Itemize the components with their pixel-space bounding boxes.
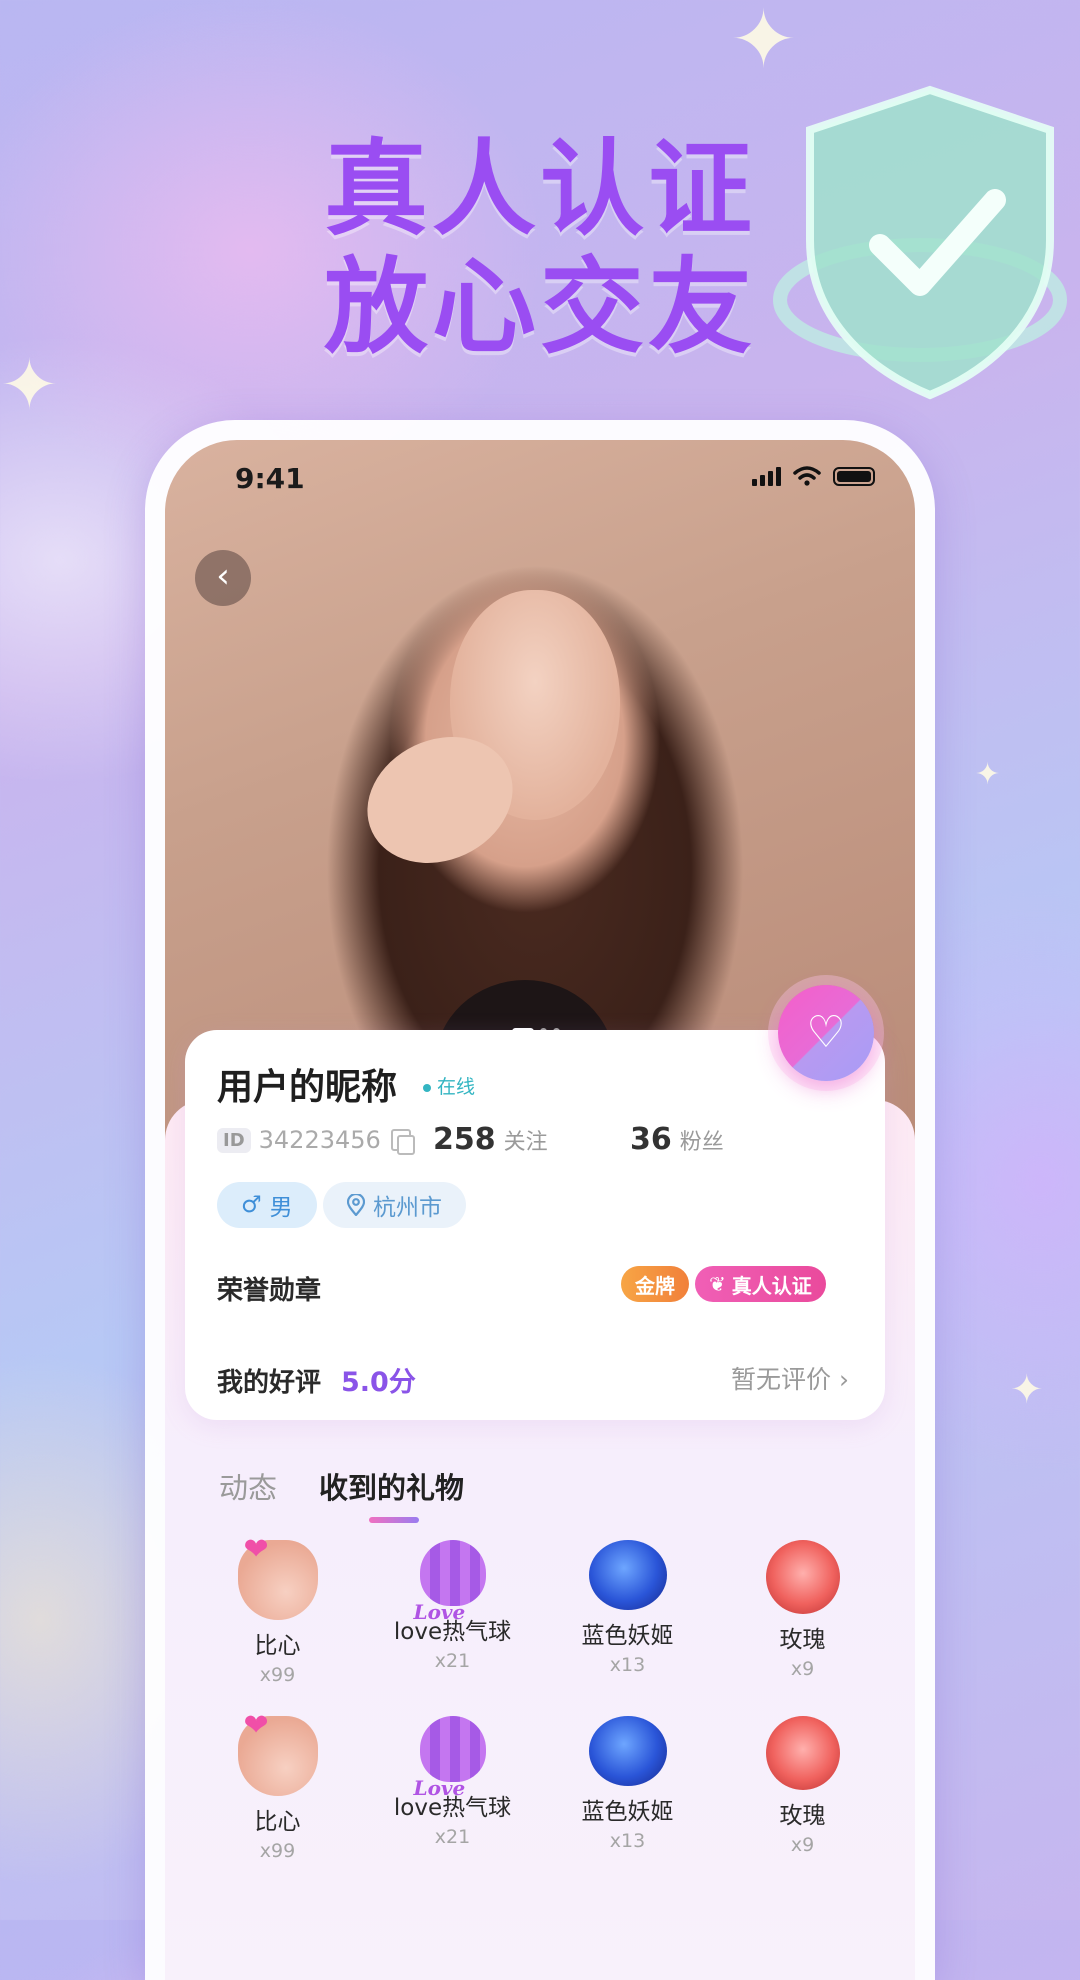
balloon-icon <box>414 1540 486 1624</box>
profile-tabs: 动态 收到的礼物 <box>219 1465 465 1523</box>
honor-medals-label: 荣誉勋章 <box>217 1276 322 1306</box>
heart-icon: ♡ <box>806 1007 846 1058</box>
male-icon: ♂ <box>241 1192 262 1218</box>
gold-medal-badge: 金牌 <box>621 1266 689 1302</box>
user-id: 34223456 <box>258 1126 381 1154</box>
gift-name: 玫瑰 <box>779 1627 826 1653</box>
gift-count: x99 <box>259 1664 296 1686</box>
online-dot-icon <box>423 1083 431 1092</box>
gift-name: 玫瑰 <box>779 1803 826 1829</box>
gift-count: x9 <box>790 1834 815 1856</box>
gift-count: x21 <box>434 1650 471 1672</box>
online-status-label: 在线 <box>437 1076 476 1098</box>
tab-received-gifts-label: 收到的礼物 <box>319 1471 465 1505</box>
city-chip: 杭州市 <box>323 1182 466 1228</box>
rating-label: 我的好评 <box>217 1368 322 1398</box>
gift-item[interactable]: love热气球 x21 <box>365 1716 540 1862</box>
gift-grid: 比心 x99 love热气球 x21 蓝色妖姬 x13 玫瑰 x9 比心 <box>190 1532 890 1862</box>
back-button[interactable]: ‹ <box>195 550 251 606</box>
balloon-icon <box>414 1716 486 1800</box>
gift-item[interactable]: 蓝色妖姬 x13 <box>540 1716 715 1862</box>
following-label: 关注 <box>503 1130 548 1155</box>
id-tag: ID <box>217 1127 251 1153</box>
like-heart-button[interactable]: ♡ <box>778 985 874 1081</box>
tab-received-gifts[interactable]: 收到的礼物 <box>319 1465 465 1523</box>
real-person-verified-badge: ❦ 真人认证 <box>695 1266 826 1302</box>
verified-badge-label: 真人认证 <box>731 1273 812 1298</box>
chevron-left-icon: ‹ <box>216 556 230 596</box>
gift-name: 比心 <box>254 1633 301 1659</box>
blue-rose-icon <box>588 1540 667 1610</box>
phone-frame: 9:41 ‹ 用户的昵称 在线 ID 34223456 258 关注 36 粉丝… <box>145 420 935 1980</box>
signal-icon <box>752 466 781 486</box>
user-id-row: ID 34223456 <box>217 1126 415 1155</box>
gift-count: x13 <box>609 1830 646 1852</box>
finger-heart-icon <box>237 1532 318 1620</box>
fans-count: 36 <box>630 1122 672 1157</box>
status-icons <box>752 466 875 486</box>
gift-count: x21 <box>434 1826 471 1848</box>
sparkle-decoration: ✦ <box>1010 1367 1044 1413</box>
phone-screen: 9:41 ‹ 用户的昵称 在线 ID 34223456 258 关注 36 粉丝… <box>165 440 915 1980</box>
following-count: 258 <box>433 1122 496 1157</box>
fans-label: 粉丝 <box>679 1130 724 1155</box>
profile-card: 用户的昵称 在线 ID 34223456 258 关注 36 粉丝 ♂ 男 杭州… <box>185 1030 885 1420</box>
gender-chip: ♂ 男 <box>217 1182 317 1228</box>
fans-stat[interactable]: 36 粉丝 <box>630 1122 724 1157</box>
blue-rose-icon <box>588 1716 667 1786</box>
tab-moments[interactable]: 动态 <box>219 1465 277 1507</box>
chevron-right-icon: › <box>839 1365 849 1394</box>
sparkle-decoration: ✦ <box>975 757 1001 792</box>
gender-label: 男 <box>269 1195 293 1221</box>
gift-name: 蓝色妖姬 <box>581 1799 674 1825</box>
nickname: 用户的昵称 <box>217 1067 398 1108</box>
gift-count: x99 <box>259 1840 296 1862</box>
verified-wing-icon: ❦ <box>709 1272 726 1296</box>
gift-count: x9 <box>790 1658 815 1680</box>
rating-link[interactable]: 暂无评价 › <box>731 1360 849 1396</box>
copy-icon[interactable] <box>390 1129 415 1155</box>
gift-count: x13 <box>609 1654 646 1676</box>
following-stat[interactable]: 258 关注 <box>433 1122 548 1157</box>
rating-status: 暂无评价 <box>731 1365 832 1394</box>
gift-name: 蓝色妖姬 <box>581 1623 674 1649</box>
red-rose-icon <box>765 1540 840 1614</box>
online-status: 在线 <box>423 1072 475 1099</box>
active-tab-indicator <box>369 1517 420 1523</box>
battery-icon <box>833 466 875 486</box>
gift-item[interactable]: 比心 x99 <box>190 1532 365 1686</box>
location-pin-icon <box>347 1194 365 1216</box>
wifi-icon <box>793 466 821 486</box>
sparkle-decoration: ✦ <box>730 0 798 86</box>
gift-item[interactable]: 蓝色妖姬 x13 <box>540 1540 715 1686</box>
gift-item[interactable]: 玫瑰 x9 <box>715 1716 890 1862</box>
status-bar: 9:41 <box>165 440 915 510</box>
gift-name: 比心 <box>254 1809 301 1835</box>
red-rose-icon <box>765 1716 840 1790</box>
status-time: 9:41 <box>235 462 305 495</box>
verified-shield-icon <box>773 85 1067 400</box>
city-label: 杭州市 <box>373 1195 442 1221</box>
gift-item[interactable]: love热气球 x21 <box>365 1540 540 1686</box>
gift-item[interactable]: 比心 x99 <box>190 1708 365 1862</box>
rating-score: 5.0分 <box>341 1367 416 1398</box>
finger-heart-icon <box>237 1708 318 1796</box>
gift-item[interactable]: 玫瑰 x9 <box>715 1540 890 1686</box>
